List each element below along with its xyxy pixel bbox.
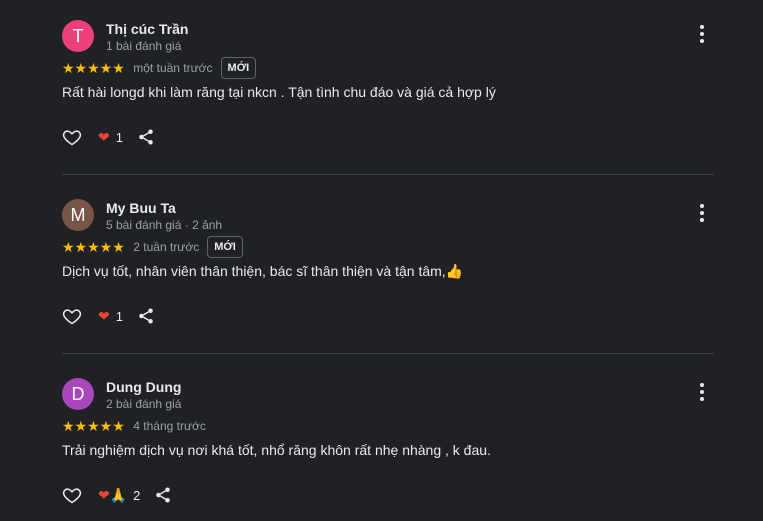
share-icon[interactable] [137, 128, 155, 146]
review-text: Dịch vụ tốt, nhân viên thân thiện, bác s… [62, 263, 464, 279]
divider [62, 174, 714, 175]
star-rating: ★★★★★ [62, 60, 125, 76]
star-rating: ★★★★★ [62, 418, 125, 434]
rating-row: ★★★★★ một tuần trước MỚI [62, 56, 257, 80]
reviewer-meta: 1 bài đánh giá [106, 39, 182, 53]
reaction-count: 2 [133, 487, 141, 503]
review-actions: ❤🙏 2 [62, 482, 172, 508]
reviewer-meta: 5 bài đánh giá · 2 ảnh [106, 218, 223, 232]
more-vert-icon[interactable] [690, 380, 714, 404]
avatar[interactable]: M [62, 199, 94, 231]
new-badge: MỚI [207, 236, 243, 258]
reactions[interactable]: ❤ 1 [98, 308, 123, 325]
review-time: 4 tháng trước [133, 419, 206, 433]
reactions[interactable]: ❤ 1 [98, 129, 123, 146]
review-actions: ❤ 1 [62, 303, 155, 329]
rating-row: ★★★★★ 2 tuần trước MỚI [62, 235, 243, 259]
more-vert-icon[interactable] [690, 201, 714, 225]
reaction-count: 1 [115, 129, 123, 145]
more-vert-icon[interactable] [690, 22, 714, 46]
divider [62, 353, 714, 354]
share-icon[interactable] [154, 486, 172, 504]
review-actions: ❤ 1 [62, 124, 155, 150]
review-text: Trải nghiệm dịch vụ nơi khá tốt, nhổ răn… [62, 442, 491, 458]
heart-outline-icon[interactable] [62, 485, 82, 505]
new-badge: MỚI [220, 57, 257, 79]
share-icon[interactable] [137, 307, 155, 325]
review-time: một tuần trước [133, 61, 213, 75]
reviewer-name[interactable]: Dung Dung [106, 379, 181, 395]
avatar[interactable]: T [62, 20, 94, 52]
reaction-emojis: ❤🙏 [98, 486, 128, 503]
avatar[interactable]: D [62, 378, 94, 410]
heart-outline-icon[interactable] [62, 306, 82, 326]
reaction-emojis: ❤ [98, 307, 110, 324]
reaction-count: 1 [115, 308, 123, 324]
reactions[interactable]: ❤🙏 2 [98, 487, 140, 504]
heart-outline-icon[interactable] [62, 127, 82, 147]
review-text: Rất hài longd khi làm răng tại nkcn . Tậ… [62, 84, 496, 100]
rating-row: ★★★★★ 4 tháng trước [62, 414, 206, 438]
reaction-emojis: ❤ [98, 128, 110, 145]
reviewer-name[interactable]: Thị cúc Trần [106, 21, 188, 37]
review-time: 2 tuần trước [133, 240, 200, 254]
star-rating: ★★★★★ [62, 239, 125, 255]
reviewer-name[interactable]: My Buu Ta [106, 200, 176, 216]
reviewer-meta: 2 bài đánh giá [106, 397, 182, 411]
